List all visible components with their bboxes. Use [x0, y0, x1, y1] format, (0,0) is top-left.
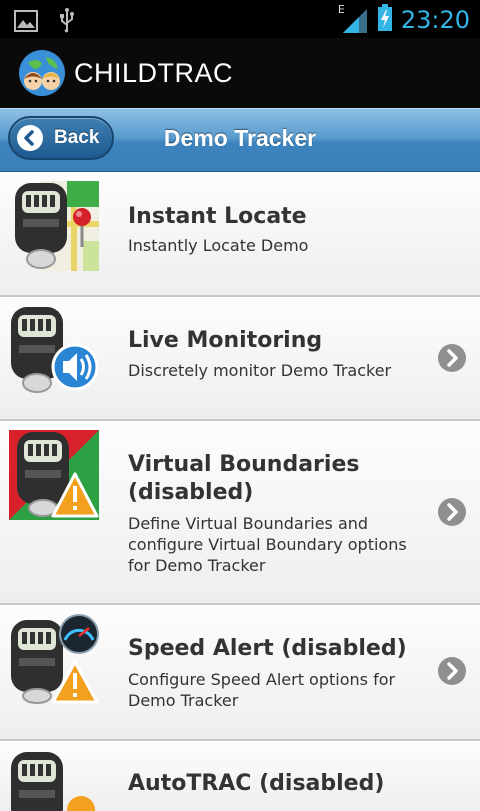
list-item-instant-locate[interactable]: Instant Locate Instantly Locate Demo: [0, 172, 480, 297]
list-item-subtitle-line: configure Virtual Boundary options: [128, 535, 407, 554]
signal-icon: E: [337, 3, 369, 35]
status-bar: E 23:20: [0, 0, 480, 38]
tracker-speedometer-warning-icon: [9, 614, 99, 704]
image-icon: [14, 10, 38, 36]
list-item-virtual-boundaries[interactable]: Virtual Boundaries (disabled) Define Vir…: [0, 421, 480, 605]
list-item-title: Speed Alert (disabled): [128, 636, 407, 661]
list-item-title-line: (disabled): [128, 480, 254, 505]
usb-icon: [58, 8, 76, 38]
list-item-title: Instant Locate: [128, 204, 307, 229]
list-item-title: Live Monitoring: [128, 328, 323, 353]
list-item-subtitle-line: Demo Tracker: [128, 691, 239, 710]
list-item-title-line: Virtual Boundaries: [128, 452, 360, 477]
tracker-auto-icon: [9, 750, 99, 811]
list-item-subtitle: Instantly Locate Demo: [128, 236, 309, 255]
tracker-boundary-warning-icon: [9, 430, 99, 520]
list-item-subtitle-line: Define Virtual Boundaries and: [128, 514, 369, 533]
list-item-subtitle: Define Virtual Boundaries and configure …: [128, 513, 418, 576]
list-item-title: Virtual Boundaries (disabled): [128, 451, 428, 507]
app-title: CHILDTRAC: [74, 58, 234, 88]
list-item-subtitle: Discretely monitor Demo Tracker: [128, 361, 392, 380]
list-item-live-monitoring[interactable]: Live Monitoring Discretely monitor Demo …: [0, 297, 480, 421]
network-type-label: E: [337, 3, 345, 16]
tracker-speaker-icon: [9, 305, 99, 395]
list-item-subtitle: Configure Speed Alert options for Demo T…: [128, 669, 418, 711]
list-item-subtitle-line: for Demo Tracker: [128, 556, 266, 575]
childtrac-globe-logo: [18, 49, 66, 97]
chevron-right-icon: [438, 498, 466, 526]
clock: 23:20: [400, 6, 470, 34]
app-title-bar: CHILDTRAC: [0, 38, 480, 109]
nav-bar: Back Demo Tracker: [0, 108, 480, 172]
chevron-right-icon: [438, 344, 466, 372]
list-item-speed-alert[interactable]: Speed Alert (disabled) Configure Speed A…: [0, 605, 480, 741]
chevron-right-icon: [438, 657, 466, 685]
battery-charging-icon: [377, 4, 393, 36]
list-item-title: AutoTRAC (disabled): [128, 771, 385, 796]
list-item-subtitle-line: Configure Speed Alert options for: [128, 670, 396, 689]
list-item-autotrac[interactable]: AutoTRAC (disabled): [0, 741, 480, 811]
page-title: Demo Tracker: [163, 125, 317, 151]
tracker-map-pin-icon: [9, 181, 99, 271]
